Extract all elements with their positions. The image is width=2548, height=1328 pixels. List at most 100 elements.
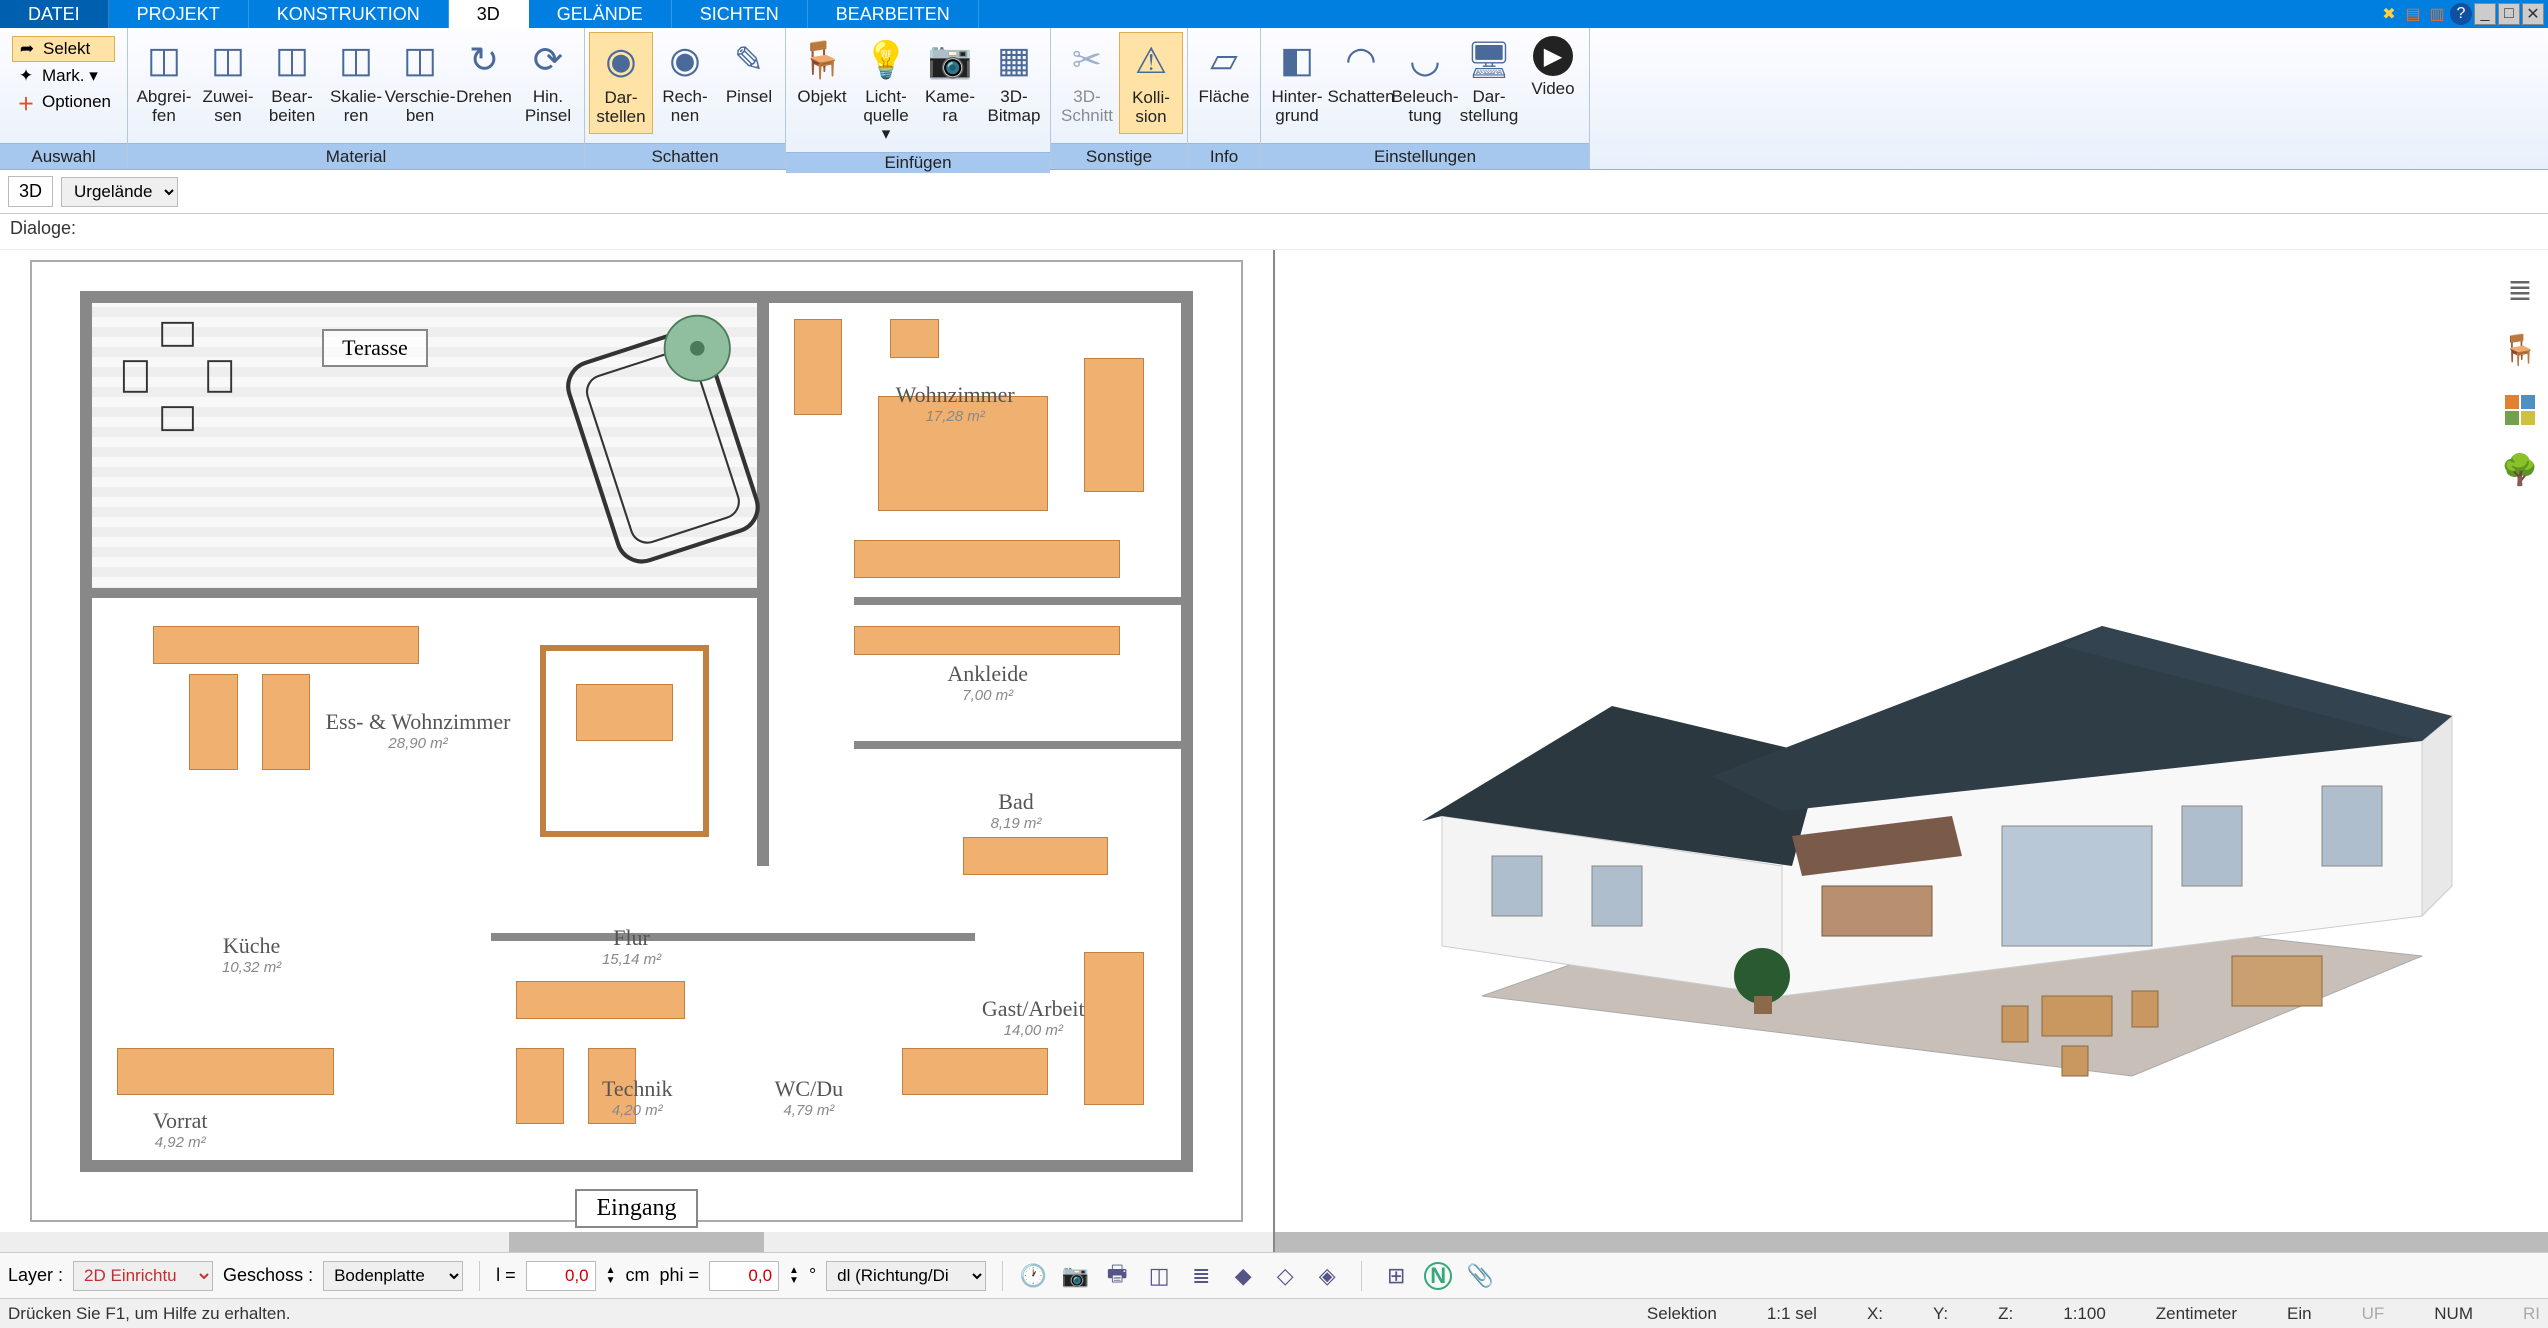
phi-input[interactable] <box>709 1261 779 1291</box>
room-label-technik: Technik4,20 m² <box>602 1076 673 1119</box>
menu-tab-sichten[interactable]: SICHTEN <box>672 0 808 28</box>
clock-icon[interactable]: 🕐 <box>1019 1262 1047 1290</box>
ribbon-label: Hinter-grund <box>1271 88 1322 128</box>
shape3-icon[interactable]: ◈ <box>1313 1262 1341 1290</box>
status-x: X: <box>1867 1304 1883 1324</box>
einstellungen-4-button[interactable]: ▶Video <box>1521 32 1585 124</box>
menu-tab-gelaende[interactable]: GELÄNDE <box>529 0 672 28</box>
material-6-button[interactable]: ⟳Hin.Pinsel <box>516 32 580 132</box>
shape2-icon[interactable]: ◇ <box>1271 1262 1299 1290</box>
ribbon-icon: ⟳ <box>524 36 572 84</box>
scrollbar-3d-horizontal[interactable] <box>1275 1232 2548 1252</box>
einfuegen-2-button[interactable]: 📷Kame-ra <box>918 32 982 132</box>
plants-icon[interactable]: 🌳 <box>2500 450 2540 490</box>
ribbon-label: Dar-stellung <box>1460 88 1519 128</box>
ribbon-label: Zuwei-sen <box>202 88 253 128</box>
einfuegen-3-button[interactable]: ▦3D-Bitmap <box>982 32 1046 132</box>
group-label-material: Material <box>128 143 584 169</box>
select-button[interactable]: ➦Selekt <box>12 36 115 62</box>
sonstige-0-button[interactable]: ✂3D-Schnitt <box>1055 32 1119 132</box>
einstellungen-0-button[interactable]: ◧Hinter-grund <box>1265 32 1329 132</box>
options-button[interactable]: ＋Optionen <box>12 90 115 114</box>
ribbon-icon: ◧ <box>1273 36 1321 84</box>
layer-select[interactable]: 2D Einrichtu <box>73 1261 213 1291</box>
view-mode-label: 3D <box>8 176 53 207</box>
grid-icon[interactable]: ⊞ <box>1382 1262 1410 1290</box>
window-maximize[interactable]: □ <box>2498 3 2520 25</box>
toolbox2-icon[interactable]: ▥ <box>2426 3 2448 25</box>
geschoss-label: Geschoss : <box>223 1265 313 1286</box>
schatten-0-button[interactable]: ◉Dar-stellen <box>589 32 653 134</box>
materials-icon[interactable] <box>2500 390 2540 430</box>
scrollbar-2d-horizontal[interactable] <box>0 1232 1273 1252</box>
ribbon-label: Licht-quelle ▾ <box>858 88 914 144</box>
ribbon-icon: ◫ <box>204 36 252 84</box>
room-label-wc-du: WC/Du4,79 m² <box>775 1076 843 1119</box>
menu-tab-projekt[interactable]: PROJEKT <box>109 0 249 28</box>
status-bar: Drücken Sie F1, um Hilfe zu erhalten. Se… <box>0 1298 2548 1328</box>
toolbox1-icon[interactable]: ▤ <box>2402 3 2424 25</box>
schatten-1-button[interactable]: ◉Rech-nen <box>653 32 717 132</box>
ribbon-icon: 📷 <box>926 36 974 84</box>
phi-up-down[interactable]: ▲▼ <box>789 1266 799 1286</box>
direction-select[interactable]: dl (Richtung/Di <box>826 1261 986 1291</box>
ribbon-icon: 🪑 <box>798 36 846 84</box>
einfuegen-1-button[interactable]: 💡Licht-quelle ▾ <box>854 32 918 148</box>
camera-tool-icon[interactable]: 📷 <box>1061 1262 1089 1290</box>
clip-icon[interactable]: 📎 <box>1466 1262 1494 1290</box>
ribbon-label: Video <box>1531 80 1574 120</box>
shape1-icon[interactable]: ◆ <box>1229 1262 1257 1290</box>
ribbon-icon: ◫ <box>140 36 188 84</box>
print-icon[interactable]: 🖶 <box>1103 1262 1131 1290</box>
einstellungen-2-button[interactable]: ◡Beleuch-tung <box>1393 32 1457 132</box>
floorplan-2d-pane[interactable]: Terasse Wohnzimmer17,28 m²Ess- & Wohnzim… <box>0 250 1275 1252</box>
material-4-button[interactable]: ◫Verschie-ben <box>388 32 452 132</box>
furniture-icon[interactable]: 🪑 <box>2500 330 2540 370</box>
ribbon-label: Beleuch-tung <box>1391 88 1458 128</box>
einstellungen-3-button[interactable]: 🖥Dar-stellung <box>1457 32 1521 132</box>
phi-label: phi = <box>660 1265 700 1286</box>
menu-tab-bearbeiten[interactable]: BEARBEITEN <box>808 0 979 28</box>
ribbon-icon: ✂ <box>1063 36 1111 84</box>
menu-tab-3d[interactable]: 3D <box>449 0 529 28</box>
terrain-dropdown[interactable]: Urgelände <box>61 177 178 207</box>
north-icon[interactable]: N <box>1424 1262 1452 1290</box>
cube-icon[interactable]: ◫ <box>1145 1262 1173 1290</box>
length-up-down[interactable]: ▲▼ <box>606 1266 616 1286</box>
length-input[interactable] <box>526 1261 596 1291</box>
menu-tab-konstruktion[interactable]: KONSTRUKTION <box>249 0 449 28</box>
window-minimize[interactable]: _ <box>2474 3 2496 25</box>
settings-icon[interactable]: ✖ <box>2378 3 2400 25</box>
layers-icon[interactable]: ≣ <box>2500 270 2540 310</box>
ribbon-icon: ◫ <box>396 36 444 84</box>
help-icon[interactable]: ? <box>2450 3 2472 25</box>
room-label-gast-arbeit: Gast/Arbeit14,00 m² <box>982 996 1085 1039</box>
room-label-flur: Flur15,14 m² <box>602 925 661 968</box>
material-0-button[interactable]: ◫Abgrei-fen <box>132 32 196 132</box>
ribbon-icon: ◉ <box>661 36 709 84</box>
floorplan-canvas[interactable]: Terasse Wohnzimmer17,28 m²Ess- & Wohnzim… <box>30 260 1243 1222</box>
einfuegen-0-button[interactable]: 🪑Objekt <box>790 32 854 132</box>
sonstige-1-button[interactable]: ⚠Kolli-sion <box>1119 32 1183 134</box>
menu-tab-file[interactable]: DATEI <box>0 0 109 28</box>
material-5-button[interactable]: ↻Drehen <box>452 32 516 132</box>
schatten-2-button[interactable]: ✎Pinsel <box>717 32 781 132</box>
window-close[interactable]: ✕ <box>2522 3 2544 25</box>
geschoss-select[interactable]: Bodenplatte <box>323 1261 463 1291</box>
material-3-button[interactable]: ◫Skalie-ren <box>324 32 388 132</box>
mark-icon: ✦ <box>16 66 36 86</box>
ribbon-label: Verschie-ben <box>385 88 456 128</box>
menu-bar: DATEI PROJEKT KONSTRUKTION 3D GELÄNDE SI… <box>0 0 2548 28</box>
ribbon-icon: ▱ <box>1200 36 1248 84</box>
ribbon-icon: ◫ <box>332 36 380 84</box>
einstellungen-1-button[interactable]: ◠Schatten <box>1329 32 1393 132</box>
info-0-button[interactable]: ▱Fläche <box>1192 32 1256 132</box>
mark-button[interactable]: ✦Mark. ▾ <box>12 64 115 88</box>
view-3d-pane[interactable]: ≣ 🪑 🌳 <box>1275 250 2548 1252</box>
material-1-button[interactable]: ◫Zuwei-sen <box>196 32 260 132</box>
status-scale: 1:100 <box>2063 1304 2106 1324</box>
ribbon-label: Skalie-ren <box>330 88 382 128</box>
group-label-sonstige: Sonstige <box>1051 143 1187 169</box>
material-2-button[interactable]: ◫Bear-beiten <box>260 32 324 132</box>
layers-tool-icon[interactable]: ≣ <box>1187 1262 1215 1290</box>
